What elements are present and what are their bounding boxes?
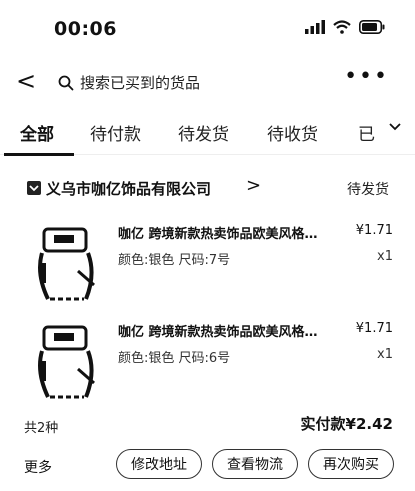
order-tabs: 全部 待付款 待发货 待收货 已 bbox=[0, 104, 415, 156]
modify-address-button[interactable]: 修改地址 bbox=[116, 449, 202, 479]
search-placeholder: 搜索已买到的货品 bbox=[80, 74, 201, 92]
status-time: 00:06 bbox=[54, 18, 117, 40]
tab-pending-shipment[interactable]: 待发货 bbox=[178, 120, 229, 145]
wifi-icon bbox=[333, 20, 351, 34]
tab-pending-receipt[interactable]: 待收货 bbox=[267, 120, 318, 145]
buy-again-button[interactable]: 再次购买 bbox=[308, 449, 394, 479]
search-icon bbox=[58, 75, 74, 90]
view-logistics-button[interactable]: 查看物流 bbox=[212, 449, 298, 479]
product-price: ¥1.71 bbox=[355, 321, 393, 336]
order-item[interactable]: 咖亿 跨境新款热卖饰品欧美风格创意 颜色:银色 尺码:6号 ¥1.71 x1 bbox=[0, 309, 415, 407]
search-bar[interactable]: 搜索已买到的货品 bbox=[58, 72, 200, 93]
back-button[interactable]: < bbox=[16, 68, 36, 94]
order-actions: 更多 修改地址 查看物流 再次购买 bbox=[0, 441, 415, 491]
product-title: 咖亿 跨境新款热卖饰品欧美风格创意 bbox=[118, 325, 330, 340]
product-quantity: x1 bbox=[377, 347, 393, 362]
product-title: 咖亿 跨境新款热卖饰品欧美风格创意 bbox=[118, 227, 330, 242]
product-thumbnail bbox=[38, 227, 95, 301]
tab-all[interactable]: 全部 bbox=[20, 120, 54, 145]
signal-icon bbox=[305, 20, 325, 34]
product-thumbnail bbox=[38, 325, 95, 399]
shop-header[interactable]: 义乌市咖亿饰品有限公司 > 待发货 bbox=[0, 169, 415, 211]
product-spec: 颜色:银色 尺码:7号 bbox=[118, 253, 231, 268]
active-tab-indicator bbox=[4, 153, 74, 156]
order-item[interactable]: 咖亿 跨境新款热卖饰品欧美风格创意 颜色:银色 尺码:7号 ¥1.71 x1 bbox=[0, 211, 415, 309]
chevron-down-icon[interactable] bbox=[389, 122, 401, 132]
item-count: 共2种 bbox=[24, 421, 59, 436]
status-bar: 00:06 bbox=[0, 0, 415, 62]
battery-icon bbox=[359, 20, 385, 34]
total-paid: 实付款¥2.42 bbox=[300, 415, 393, 433]
store-icon bbox=[27, 181, 41, 195]
shop-name[interactable]: 义乌市咖亿饰品有限公司 bbox=[46, 178, 211, 199]
more-actions-link[interactable]: 更多 bbox=[24, 457, 52, 477]
tab-pending-payment[interactable]: 待付款 bbox=[90, 120, 141, 145]
product-spec: 颜色:银色 尺码:6号 bbox=[118, 351, 231, 366]
top-bar: < 搜索已买到的货品 ••• bbox=[0, 62, 415, 104]
chevron-right-icon: > bbox=[246, 175, 262, 196]
order-summary: 共2种 实付款¥2.42 bbox=[0, 411, 415, 441]
more-menu-button[interactable]: ••• bbox=[344, 64, 389, 89]
product-price: ¥1.71 bbox=[355, 223, 393, 238]
product-quantity: x1 bbox=[377, 249, 393, 264]
tab-completed[interactable]: 已 bbox=[358, 120, 375, 145]
order-status-label: 待发货 bbox=[347, 182, 389, 198]
